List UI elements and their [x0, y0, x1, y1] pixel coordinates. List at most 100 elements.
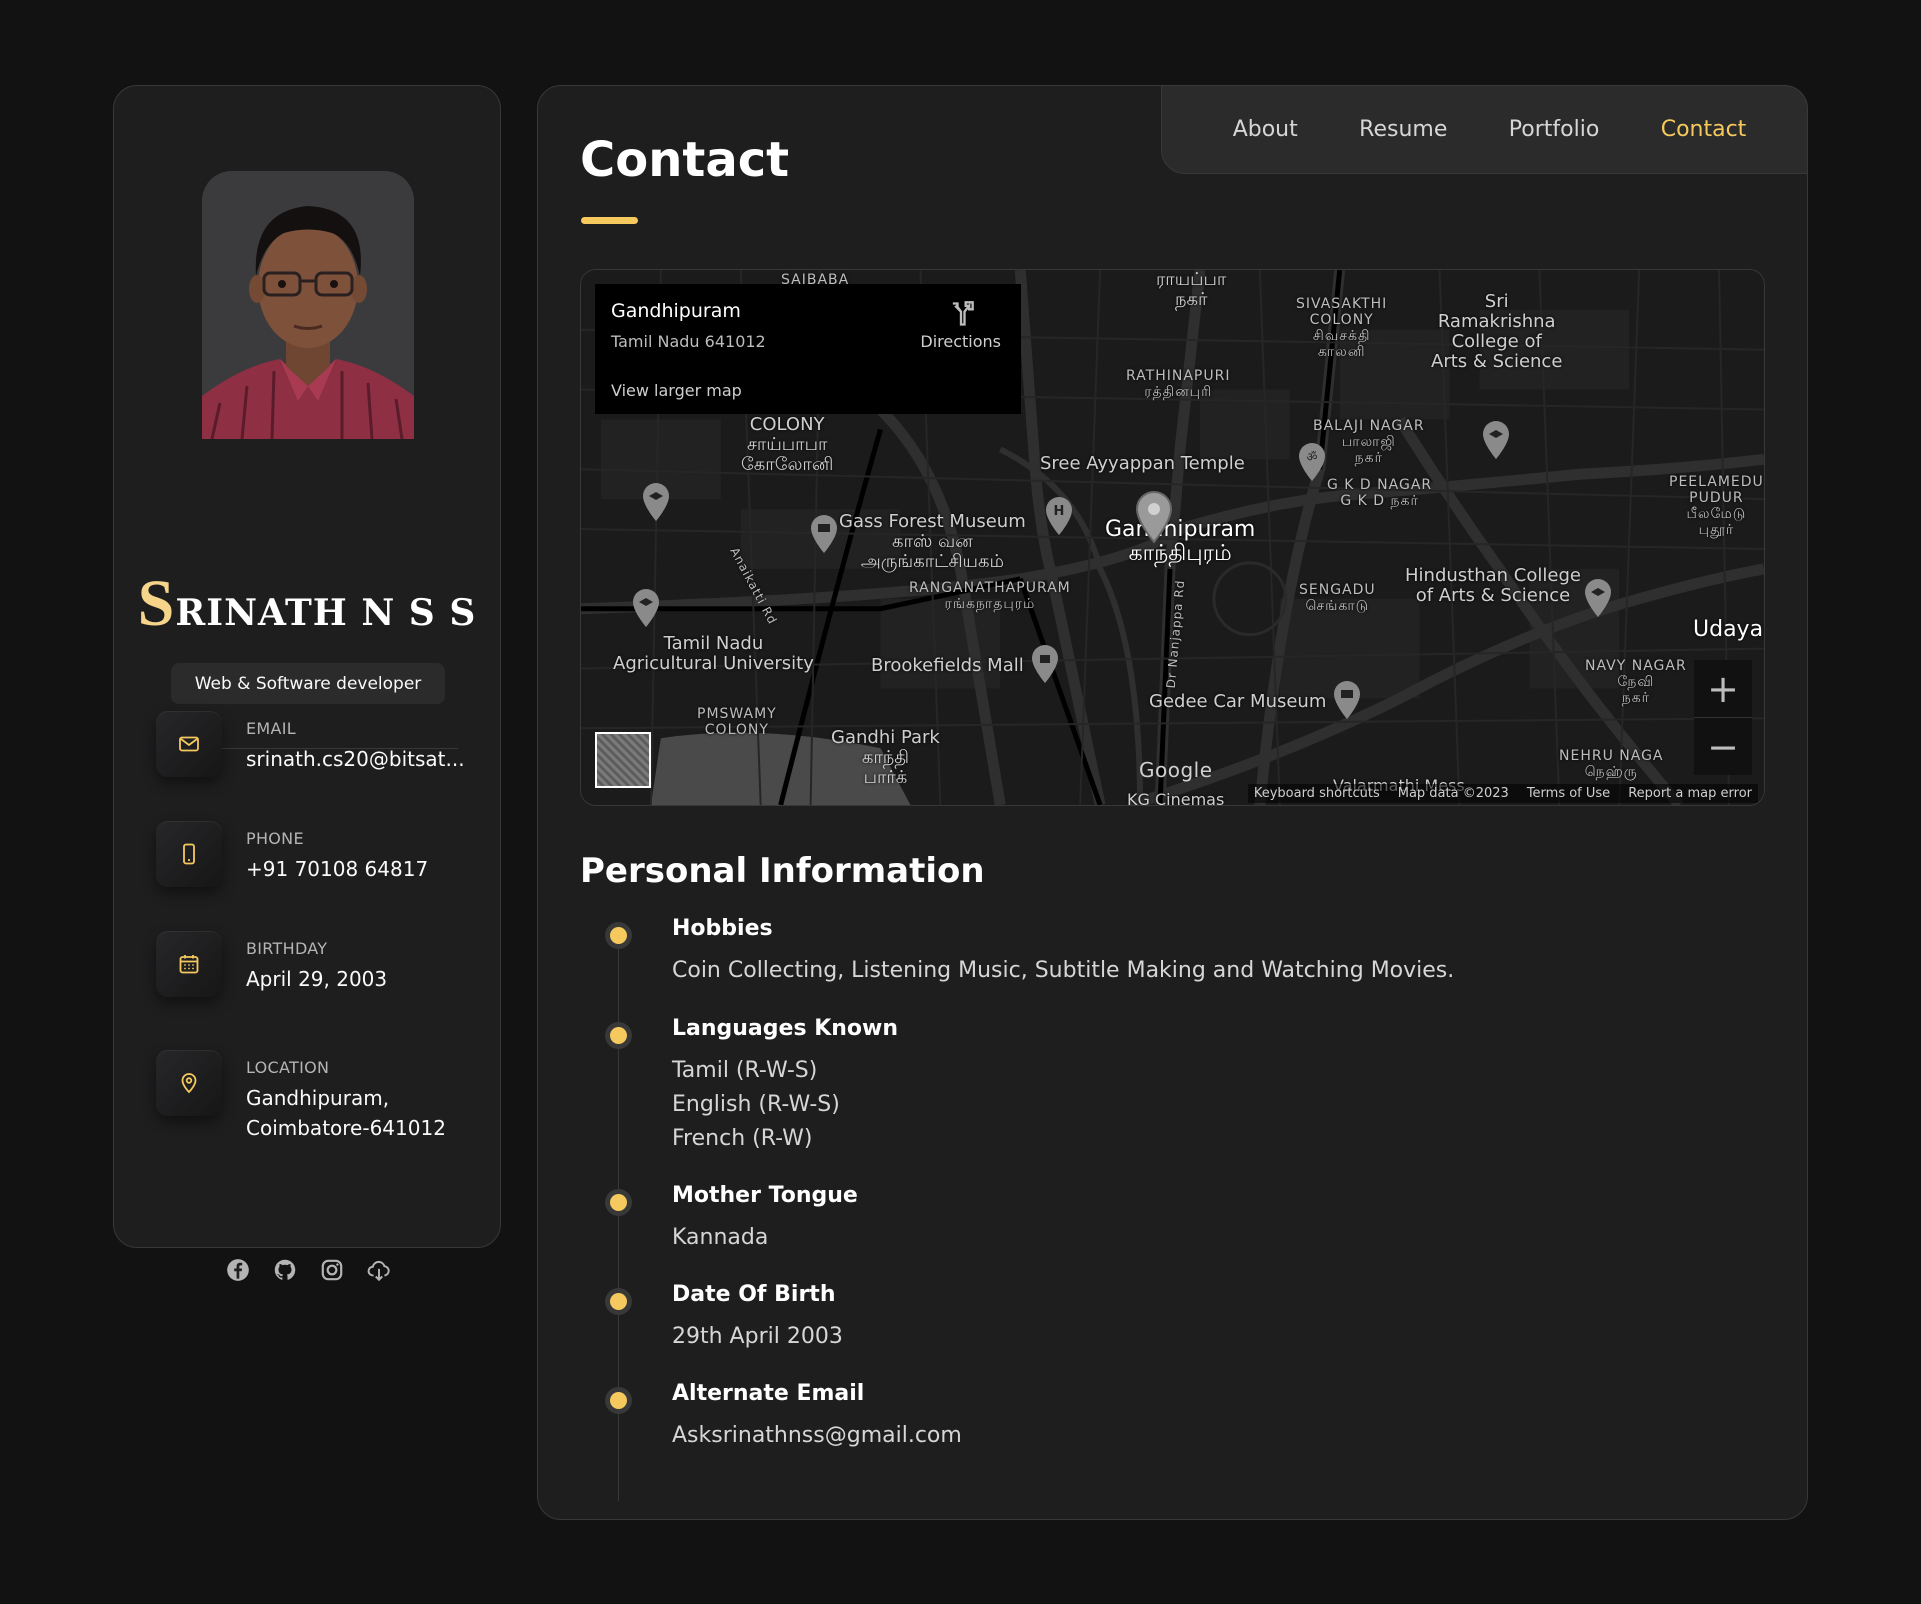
role-badge: Web & Software developer: [171, 663, 445, 704]
map-label-gkd-nagar: G K D NAGAR G K D நகர்: [1327, 477, 1433, 509]
location-marker-icon[interactable]: [1134, 490, 1174, 544]
map-label-gass-forest-museum: Gass Forest Museum காஸ் வன அருங்காட்சியக…: [839, 511, 1026, 572]
phone-link[interactable]: +91 70108 64817: [246, 857, 428, 881]
timeline-item-title: Languages Known: [672, 1016, 899, 1041]
map-label-kg-cinemas: KG Cinemas: [1127, 790, 1225, 806]
map-info-card: Gandhipuram Tamil Nadu 641012 View large…: [595, 284, 1021, 414]
directions-label: Directions: [920, 332, 1001, 351]
birthday-label: Birthday: [246, 939, 328, 958]
map-label-balaji-nagar: BALAJI NAGAR பாலாஜி நகர்: [1313, 418, 1425, 466]
contact-phone: Phone +91 70108 64817: [156, 821, 476, 887]
school-pin-icon: [643, 483, 669, 521]
school-pin-icon-2: [633, 589, 659, 627]
nav-resume[interactable]: Resume: [1359, 117, 1447, 142]
calendar-icon: [179, 955, 199, 974]
contact-email: Email srinath.cs20@bitsat...: [156, 711, 476, 777]
map-data-text: Map data ©2023: [1397, 786, 1509, 801]
map-label-nehru-nagar: NEHRU NAGA நெஹ்ரு: [1559, 748, 1664, 780]
map-label-ranganathapuram: RANGANATHAPURAM ரங்கநாதபுரம்: [909, 580, 1071, 612]
timeline-item-title: Hobbies: [672, 916, 773, 941]
avatar: [202, 171, 414, 439]
timeline-dot: [610, 1293, 627, 1310]
temple-pin-icon: ॐ: [1299, 443, 1325, 481]
phone-icon-box: [156, 821, 222, 887]
timeline-item-text: Kannada: [672, 1225, 769, 1250]
map-label-saibaba-colony: COLONY சாய்பாபா கோலோனி: [741, 414, 834, 475]
sidebar: SRINATH N S S Web & Software developer E…: [113, 85, 501, 1282]
timeline-item-text: 29th April 2003: [672, 1324, 843, 1349]
contact-birthday: Birthday April 29, 2003: [156, 931, 476, 997]
map-embed[interactable]: Gandhipuram Tamil Nadu 641012 View large…: [580, 269, 1765, 806]
nav-contact[interactable]: Contact: [1661, 117, 1747, 142]
nav-about[interactable]: About: [1233, 117, 1298, 142]
profile-name-first: S: [137, 567, 176, 640]
timeline-item-title: Mother Tongue: [672, 1183, 858, 1208]
profile-name-rest: RINATH N S S: [175, 592, 477, 634]
location-pin-icon: [181, 1073, 197, 1094]
timeline-item-text: Asksrinathnss@gmail.com: [672, 1423, 962, 1448]
location-label: Location: [246, 1058, 330, 1077]
map-label-pmswamy-colony: PMSWAMY COLONY: [697, 706, 777, 738]
map-footer: Keyboard shortcuts Map data ©2023 Terms …: [1247, 784, 1758, 803]
map-label-navy-nagar: NAVY NAGAR நேவி நகர்: [1585, 658, 1687, 706]
map-label-udaya: Udaya: [1693, 617, 1764, 642]
main-panel: About Resume Portfolio Contact Contact G…: [537, 85, 1808, 1520]
zoom-controls: + −: [1694, 660, 1752, 775]
svg-text:ॐ: ॐ: [1307, 450, 1318, 464]
facebook-icon[interactable]: [225, 1257, 251, 1283]
timeline-line: [618, 926, 619, 1501]
timeline-dot: [610, 927, 627, 944]
github-icon[interactable]: [272, 1257, 298, 1283]
timeline-item-title: Date Of Birth: [672, 1282, 836, 1307]
personal-info-title: Personal Information: [580, 851, 985, 891]
zoom-in-button[interactable]: +: [1694, 660, 1752, 718]
map-label-gandhipuram: Gandhipuram காந்திபுரம்: [1105, 517, 1256, 566]
phone-label: Phone: [246, 829, 304, 848]
cloud-download-icon[interactable]: [366, 1257, 392, 1283]
zoom-out-button[interactable]: −: [1694, 718, 1752, 775]
map-label-rathinapuri: RATHINAPURI ரத்தினபுரி: [1126, 368, 1231, 400]
view-larger-map-link[interactable]: View larger map: [611, 381, 742, 400]
google-logo: Google: [1139, 758, 1213, 782]
birthday-icon-box: [156, 931, 222, 997]
map-label-gedee-car-museum: Gedee Car Museum: [1149, 691, 1327, 712]
email-label: Email: [246, 719, 296, 738]
timeline-dot: [610, 1194, 627, 1211]
phone-icon: [183, 843, 195, 865]
keyboard-shortcuts-link[interactable]: Keyboard shortcuts: [1254, 786, 1380, 801]
birthday-value: April 29, 2003: [246, 967, 388, 991]
museum-pin-icon: [811, 515, 837, 553]
navbar: About Resume Portfolio Contact: [1161, 85, 1808, 174]
profile-name: SRINATH N S S: [114, 566, 500, 642]
map-label-rayappa: ராயப்பா நகர்: [1156, 269, 1227, 310]
map-label-sivasakthi: SIVASAKTHI COLONY சிவசக்தி காலனி: [1296, 296, 1388, 360]
timeline-dot: [610, 1392, 627, 1409]
nav-portfolio[interactable]: Portfolio: [1509, 117, 1600, 142]
email-link[interactable]: srinath.cs20@bitsat...: [246, 747, 465, 771]
mail-icon: [179, 736, 199, 752]
school-pin-icon-4: [1585, 579, 1611, 617]
social-links: [114, 1257, 502, 1283]
map-label-brookefields-mall: Brookefields Mall: [871, 655, 1024, 676]
timeline-dot: [610, 1027, 627, 1044]
timeline-item-text: Tamil (R-W-S) English (R-W-S) French (R-…: [672, 1058, 840, 1151]
map-label-sree-ayyappan-temple: Sree Ayyappan Temple: [1040, 453, 1245, 474]
location-icon-box: [156, 1050, 222, 1116]
contact-location: Location Gandhipuram, Coimbatore-641012: [156, 1050, 476, 1143]
hospital-pin-icon: H: [1046, 497, 1072, 535]
location-value: Gandhipuram, Coimbatore-641012: [246, 1086, 446, 1140]
timeline-item-text: Coin Collecting, Listening Music, Subtit…: [672, 958, 1455, 983]
terms-of-use-link[interactable]: Terms of Use: [1527, 786, 1610, 801]
shopping-pin-icon: [1032, 645, 1058, 683]
map-label-sri-ramakrishna: Sri Ramakrishna College of Arts & Scienc…: [1431, 291, 1563, 372]
directions-icon: [952, 301, 974, 326]
map-label-saibaba: SAIBABA: [781, 272, 850, 288]
directions-button[interactable]: Directions: [920, 300, 1001, 351]
map-label-hindusthan-college: Hindusthan College of Arts & Science: [1405, 565, 1581, 606]
page-title: Contact: [580, 132, 790, 188]
title-underline: [581, 217, 638, 224]
instagram-icon[interactable]: [319, 1257, 345, 1283]
report-map-error-link[interactable]: Report a map error: [1628, 786, 1752, 801]
satellite-toggle[interactable]: [595, 732, 651, 788]
svg-text:H: H: [1054, 504, 1065, 519]
